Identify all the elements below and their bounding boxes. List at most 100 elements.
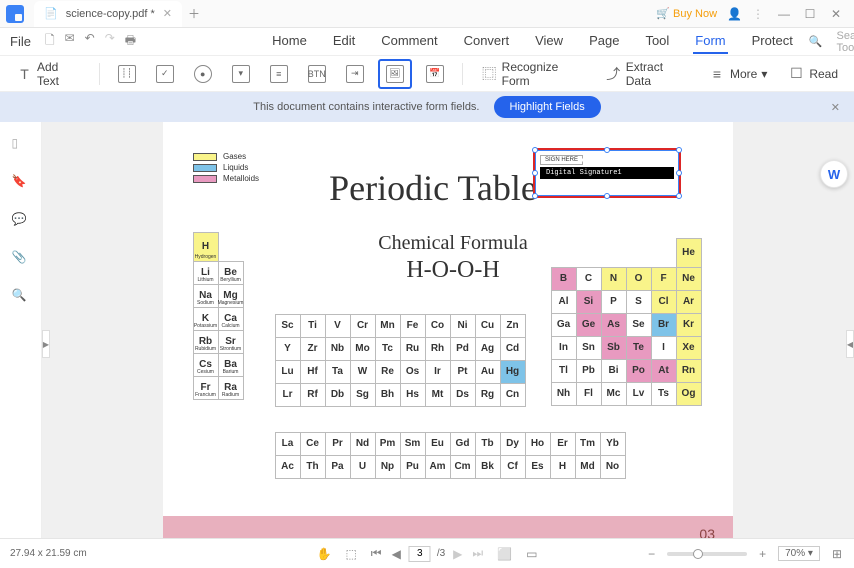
recognize-form-button[interactable]: ⿴Recognize Form — [475, 56, 591, 92]
redo-icon[interactable]: ↷ — [105, 31, 115, 52]
tab-label: science-copy.pdf * — [66, 8, 155, 20]
element-Bh: Bh — [375, 383, 401, 407]
collapse-right-button[interactable]: ◀ — [846, 330, 854, 358]
bookmark-icon[interactable]: 🔖 — [12, 174, 30, 192]
print-icon[interactable]: 🖶 — [125, 31, 136, 52]
file-menu[interactable]: File — [10, 34, 31, 49]
highlight-fields-button[interactable]: Highlight Fields — [494, 96, 601, 118]
element-Ru: Ru — [400, 337, 426, 361]
element-Og: Og — [676, 382, 702, 406]
tab-comment[interactable]: Comment — [379, 29, 439, 54]
search-icon: 🔍 — [809, 35, 823, 48]
extract-icon: ⤴ — [605, 65, 622, 83]
hand-tool-icon[interactable]: ✋ — [314, 545, 333, 563]
infobar-close-icon[interactable]: ✕ — [831, 101, 840, 114]
element-Er: Er — [550, 432, 576, 456]
layout-icon[interactable]: ⊞ — [830, 545, 844, 563]
element-Ho: Ho — [525, 432, 551, 456]
zoom-value[interactable]: 70% ▾ — [778, 546, 820, 561]
element-Rb: RbRubidium — [193, 330, 219, 354]
last-page-icon[interactable]: ⏭ — [470, 544, 485, 563]
signature-field-selected[interactable]: SIGN HERE Digital Signature1 — [533, 148, 681, 198]
thumbnails-icon[interactable]: ▯ — [12, 136, 30, 154]
search-side-icon[interactable]: 🔍 — [12, 288, 30, 306]
more-button[interactable]: ≡More▾ — [702, 61, 773, 87]
element-Ag: Ag — [475, 337, 501, 361]
element-Ni: Ni — [450, 314, 476, 338]
select-tool-icon[interactable]: ⬚ — [343, 545, 358, 563]
add-text-button[interactable]: TAdd Text — [10, 56, 87, 92]
word-export-button[interactable]: W — [820, 160, 848, 188]
element-Fe: Fe — [400, 314, 426, 338]
element-Nb: Nb — [325, 337, 351, 361]
next-page-icon[interactable]: ▶ — [451, 545, 464, 563]
element-Rh: Rh — [425, 337, 451, 361]
tab-page[interactable]: Page — [587, 29, 621, 54]
element-Ba: BaBarium — [218, 353, 244, 377]
pushbutton-button[interactable]: BTN — [302, 61, 332, 87]
undo-icon[interactable]: ↶ — [85, 31, 95, 52]
fit-page-icon[interactable]: ⬜ — [495, 545, 514, 563]
legend: GasesLiquidsMetalloids — [193, 152, 259, 185]
tab-convert[interactable]: Convert — [462, 29, 512, 54]
read-icon: ☐ — [787, 65, 805, 83]
buy-now-link[interactable]: 🛒 Buy Now — [656, 7, 717, 20]
user-icon[interactable]: 👤 — [727, 7, 742, 21]
zoom-in-icon[interactable]: + — [757, 545, 768, 563]
search-tools-label[interactable]: Search Tools — [837, 30, 854, 54]
tab-protect[interactable]: Protect — [750, 29, 795, 54]
element-Mo: Mo — [350, 337, 376, 361]
element-In: In — [551, 336, 577, 360]
listbox-button[interactable]: ≡ — [264, 61, 294, 87]
align-button[interactable]: ⇥ — [340, 61, 370, 87]
minimize-button[interactable]: — — [774, 4, 794, 24]
checkbox-button[interactable]: ✓ — [150, 61, 180, 87]
page-footer: 03 — [163, 516, 733, 538]
element-empty — [601, 238, 627, 262]
date-field-button[interactable]: 📅 — [420, 61, 450, 87]
zoom-slider[interactable] — [667, 552, 747, 556]
add-tab-button[interactable]: ＋ — [182, 5, 206, 22]
comment-icon[interactable]: 💬 — [12, 212, 30, 230]
zoom-out-icon[interactable]: − — [646, 545, 657, 563]
element-Lv: Lv — [626, 382, 652, 406]
read-button[interactable]: ☐Read — [781, 61, 844, 87]
element-Pu: Pu — [400, 455, 426, 479]
element-Ge: Ge — [576, 313, 602, 337]
element-Gd: Gd — [450, 432, 476, 456]
attachment-icon[interactable]: 📎 — [12, 250, 30, 268]
tab-tool[interactable]: Tool — [643, 29, 671, 54]
tab-form[interactable]: Form — [693, 29, 727, 54]
tab-view[interactable]: View — [533, 29, 565, 54]
tab-home[interactable]: Home — [270, 29, 309, 54]
page-input[interactable] — [409, 546, 431, 562]
prev-page-icon[interactable]: ◀ — [390, 545, 403, 563]
element-Ne: Ne — [676, 267, 702, 291]
mail-icon[interactable]: ✉ — [65, 31, 75, 52]
tab-edit[interactable]: Edit — [331, 29, 357, 54]
element-Pm: Pm — [375, 432, 401, 456]
document-tab[interactable]: 📄 science-copy.pdf * ✕ — [34, 1, 182, 27]
element-Kr: Kr — [676, 313, 702, 337]
extract-data-button[interactable]: ⤴Extract Data — [599, 56, 694, 92]
close-tab-icon[interactable]: ✕ — [163, 7, 172, 20]
element-Xe: Xe — [676, 336, 702, 360]
menu-dots-icon[interactable]: ⋮ — [752, 7, 764, 21]
element-Ds: Ds — [450, 383, 476, 407]
element-Co: Co — [425, 314, 451, 338]
save-icon[interactable]: 🗋 — [45, 31, 55, 52]
element-Rf: Rf — [300, 383, 326, 407]
first-page-icon[interactable]: ⏮ — [369, 544, 384, 563]
element-Ti: Ti — [300, 314, 326, 338]
element-Pd: Pd — [450, 337, 476, 361]
textfield-button[interactable]: ┊┊ — [112, 61, 142, 87]
close-button[interactable]: ✕ — [826, 4, 846, 24]
image-field-button[interactable]: 🖼 — [378, 59, 412, 89]
maximize-button[interactable]: ☐ — [800, 4, 820, 24]
element-Bi: Bi — [601, 359, 627, 383]
radio-button[interactable]: ● — [188, 61, 218, 87]
combobox-button[interactable]: ▾ — [226, 61, 256, 87]
fit-width-icon[interactable]: ▭ — [524, 545, 539, 563]
collapse-left-button[interactable]: ▶ — [42, 330, 50, 358]
page-title: Periodic Table — [293, 167, 573, 209]
